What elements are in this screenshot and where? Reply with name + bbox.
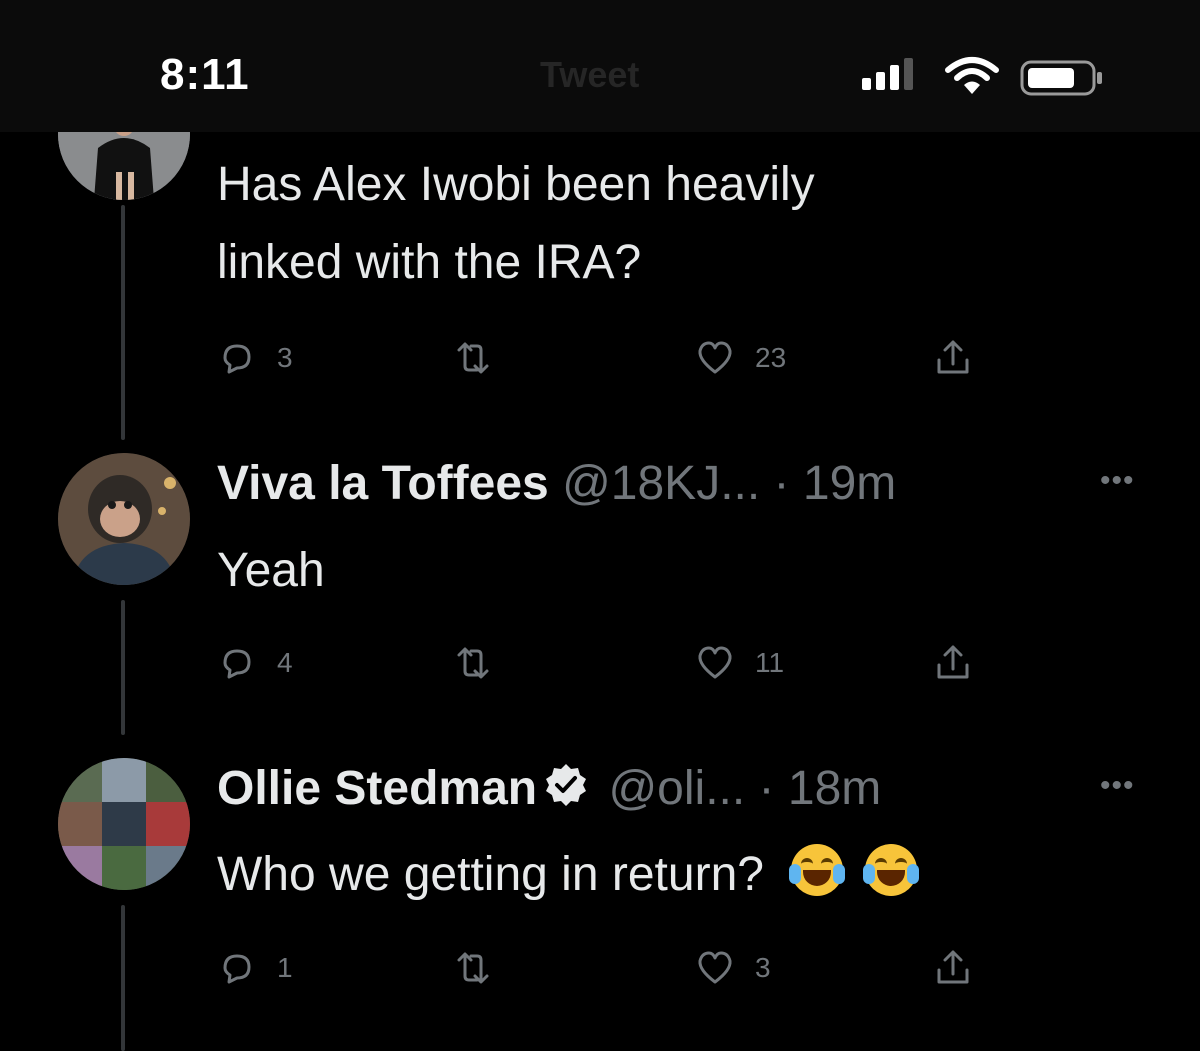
reply-button[interactable]: 4 xyxy=(217,641,293,685)
tweet-text: Yeah xyxy=(217,544,325,597)
like-button[interactable]: 23 xyxy=(695,336,786,380)
tweet-text: Has Alex Iwobi been heavily linked with … xyxy=(217,158,815,289)
author-handle[interactable]: @oli... xyxy=(608,762,745,815)
like-button[interactable]: 11 xyxy=(695,641,784,685)
reply-icon xyxy=(223,344,251,374)
header-title: Tweet xyxy=(540,54,640,95)
status-time: 8:11 xyxy=(160,50,250,99)
author-name[interactable]: Ollie Stedman xyxy=(217,762,537,815)
reply-count: 3 xyxy=(277,342,293,373)
avatar[interactable] xyxy=(58,453,190,585)
reply-button[interactable]: 1 xyxy=(217,946,293,990)
tweet-time[interactable]: · 18m xyxy=(759,762,882,815)
like-icon xyxy=(698,646,732,679)
retweet-button[interactable] xyxy=(453,336,493,380)
reply-button[interactable]: 3 xyxy=(217,336,293,380)
share-icon xyxy=(937,950,969,984)
reply-icon xyxy=(223,649,251,679)
tweet-time[interactable]: · 19m xyxy=(774,457,897,510)
like-icon xyxy=(698,341,732,374)
battery-icon xyxy=(1020,60,1102,96)
tweet-author[interactable]: Ollie Stedman @oli... · 18m xyxy=(217,761,881,816)
thread-line xyxy=(121,600,125,735)
share-button[interactable] xyxy=(933,946,973,990)
retweet-icon xyxy=(457,342,489,374)
tweet-body: Who we getting in return? xyxy=(217,848,764,901)
share-icon xyxy=(937,645,969,679)
author-name[interactable]: Viva la Toffees xyxy=(217,457,549,510)
reply-icon xyxy=(223,954,251,984)
like-count: 11 xyxy=(755,647,785,678)
face-with-tears-of-joy-emoji xyxy=(789,844,846,896)
retweet-icon xyxy=(457,952,489,984)
verified-icon xyxy=(546,764,587,806)
tweet-text: Who we getting in return? xyxy=(217,836,919,914)
retweet-button[interactable] xyxy=(453,641,493,685)
like-icon xyxy=(698,951,732,984)
like-count: 23 xyxy=(755,342,787,373)
thread-line xyxy=(121,905,125,1051)
like-button[interactable]: 3 xyxy=(695,946,771,990)
avatar[interactable] xyxy=(58,758,190,890)
tweet-actions: 1 3 xyxy=(217,946,997,990)
share-icon xyxy=(937,340,969,374)
thread-line xyxy=(121,205,125,440)
tweet-author[interactable]: Viva la Toffees @18KJ... · 19m xyxy=(217,456,896,511)
share-button[interactable] xyxy=(933,336,973,380)
more-icon[interactable]: ••• xyxy=(1100,769,1135,803)
tweet-actions: 4 11 xyxy=(217,641,997,685)
more-icon[interactable]: ••• xyxy=(1100,464,1135,498)
reply-count: 1 xyxy=(277,952,293,983)
face-with-tears-of-joy-emoji xyxy=(862,844,919,896)
status-bar: 8:11 Tweet xyxy=(0,0,1200,132)
retweet-button[interactable] xyxy=(453,946,493,990)
author-handle[interactable]: @18KJ... xyxy=(562,457,760,510)
retweet-icon xyxy=(457,647,489,679)
wifi-icon xyxy=(945,57,999,94)
like-count: 3 xyxy=(755,952,771,983)
cellular-signal-icon xyxy=(860,54,930,94)
tweet-actions: 3 23 xyxy=(217,336,997,380)
share-button[interactable] xyxy=(933,641,973,685)
reply-count: 4 xyxy=(277,647,293,678)
